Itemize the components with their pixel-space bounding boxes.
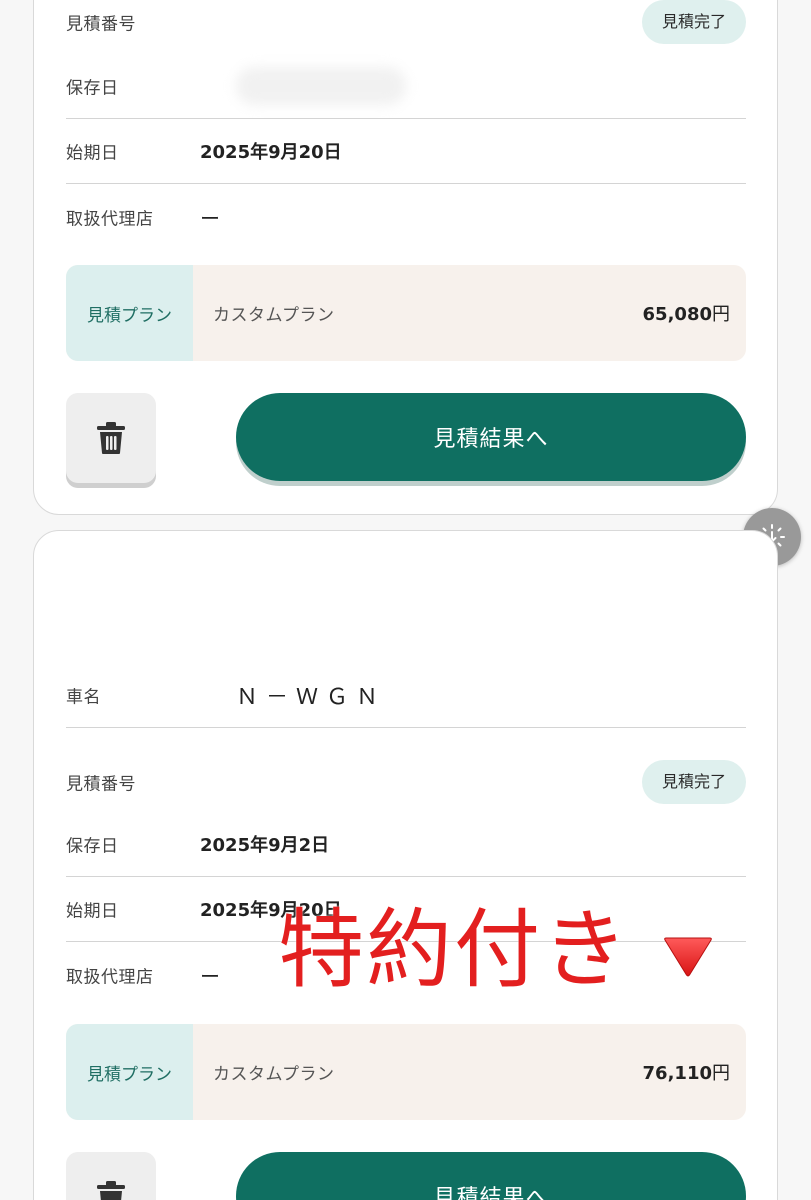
plan-price: 76,110円 xyxy=(643,1059,730,1085)
saved-date-value: 2025年9月2日 xyxy=(200,835,330,856)
quote-number-label: 見積番号 xyxy=(66,774,136,794)
plan-price: 65,080円 xyxy=(643,300,730,326)
saved-date-label: 保存日 xyxy=(66,78,119,99)
car-name-label: 車名 xyxy=(66,687,101,708)
start-date-value: 2025年9月20日 xyxy=(200,142,342,163)
plan-box: 見積プラン カスタムプラン 65,080円 xyxy=(66,265,746,361)
agency-value: ー xyxy=(200,964,220,988)
blurred-value xyxy=(236,67,406,105)
trash-icon xyxy=(97,422,125,454)
start-date-row: 始期日 2025年9月20日 xyxy=(66,119,746,184)
saved-date-row: 保存日 xyxy=(66,54,746,119)
saved-date-label: 保存日 xyxy=(66,836,119,857)
quote-list-page: 見積番号 見積完了 保存日 始期日 2025年9月20日 取扱代理店 ー 見積プ… xyxy=(0,0,811,1200)
delete-button[interactable] xyxy=(66,393,156,483)
plan-tag: 見積プラン xyxy=(66,265,193,361)
saved-date-row: 保存日 2025年9月2日 xyxy=(66,812,746,877)
red-triangle-down-icon xyxy=(664,937,712,977)
trash-icon xyxy=(97,1181,125,1200)
car-name-row: 車名 Ｎ－ＷＧＮ xyxy=(66,663,746,728)
quote-number-row: 見積番号 見積完了 xyxy=(66,749,746,814)
plan-price-number: 65,080 xyxy=(642,304,712,325)
plan-name: カスタムプラン xyxy=(213,305,335,326)
view-results-button[interactable]: 見積結果へ xyxy=(236,1152,746,1200)
agency-label: 取扱代理店 xyxy=(66,967,154,987)
quote-card: 見積番号 見積完了 保存日 始期日 2025年9月20日 取扱代理店 ー 見積プ… xyxy=(33,0,778,515)
plan-price-unit: 円 xyxy=(712,1063,730,1084)
plan-price-number: 76,110 xyxy=(642,1063,712,1084)
car-name-value: Ｎ－ＷＧＮ xyxy=(236,685,387,710)
agency-row: 取扱代理店 ー xyxy=(66,184,746,249)
start-date-label: 始期日 xyxy=(66,901,119,922)
start-date-label: 始期日 xyxy=(66,143,119,164)
delete-button[interactable] xyxy=(66,1152,156,1200)
plan-tag: 見積プラン xyxy=(66,1024,193,1120)
plan-name: カスタムプラン xyxy=(213,1064,335,1085)
view-results-button[interactable]: 見積結果へ xyxy=(236,393,746,481)
annotation-text: 特約付き xyxy=(278,900,630,1000)
quote-number-row: 見積番号 見積完了 xyxy=(66,0,746,54)
agency-label: 取扱代理店 xyxy=(66,209,154,229)
status-badge: 見積完了 xyxy=(641,0,746,44)
plan-box: 見積プラン カスタムプラン 76,110円 xyxy=(66,1024,746,1120)
quote-number-label: 見積番号 xyxy=(66,14,136,34)
quote-card: 車名 Ｎ－ＷＧＮ 見積番号 見積完了 保存日 2025年9月2日 始期日 202… xyxy=(33,530,778,1200)
agency-value: ー xyxy=(200,206,220,230)
plan-price-unit: 円 xyxy=(712,304,730,325)
status-badge: 見積完了 xyxy=(641,759,746,804)
